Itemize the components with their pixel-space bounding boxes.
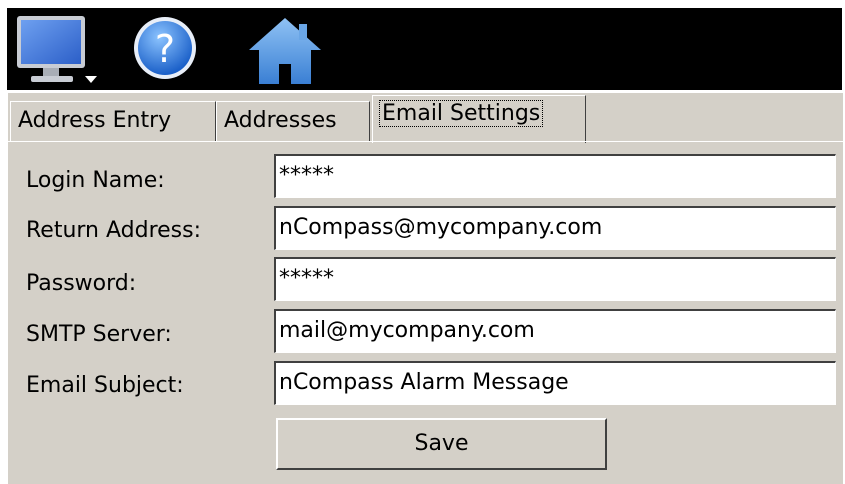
help-icon[interactable]: ? xyxy=(129,8,201,90)
password-label: Password: xyxy=(26,271,137,296)
return-address-field[interactable]: nCompass@mycompany.com xyxy=(274,206,836,250)
return-address-label: Return Address: xyxy=(26,218,202,243)
tab-email-settings[interactable]: Email Settings xyxy=(372,95,586,143)
save-button[interactable]: Save xyxy=(276,418,607,470)
login-name-field[interactable]: ***** xyxy=(274,154,836,198)
top-toolbar: ? xyxy=(7,8,842,90)
tab-strip: Address Entry Addresses Email Settings xyxy=(8,93,843,145)
smtp-server-label: SMTP Server: xyxy=(26,322,172,347)
email-subject-label: Email Subject: xyxy=(26,373,184,398)
email-subject-field[interactable]: nCompass Alarm Message xyxy=(274,361,836,405)
svg-text:?: ? xyxy=(155,27,175,71)
tab-addresses[interactable]: Addresses xyxy=(216,101,370,141)
email-settings-panel: Address Entry Addresses Email Settings L… xyxy=(7,93,843,484)
app-window: ? Address Entry Addresses Email Settings xyxy=(0,0,845,484)
login-name-label: Login Name: xyxy=(26,168,165,193)
tab-label: Email Settings xyxy=(378,100,544,127)
home-icon[interactable] xyxy=(243,8,327,90)
password-field[interactable]: ***** xyxy=(274,257,836,301)
smtp-server-field[interactable]: mail@mycompany.com xyxy=(274,309,836,353)
tab-address-entry[interactable]: Address Entry xyxy=(10,101,216,141)
tab-label: Address Entry xyxy=(18,108,172,133)
monitor-menu-icon[interactable] xyxy=(13,8,105,90)
tab-divider xyxy=(8,141,843,142)
tab-label: Addresses xyxy=(224,108,337,133)
